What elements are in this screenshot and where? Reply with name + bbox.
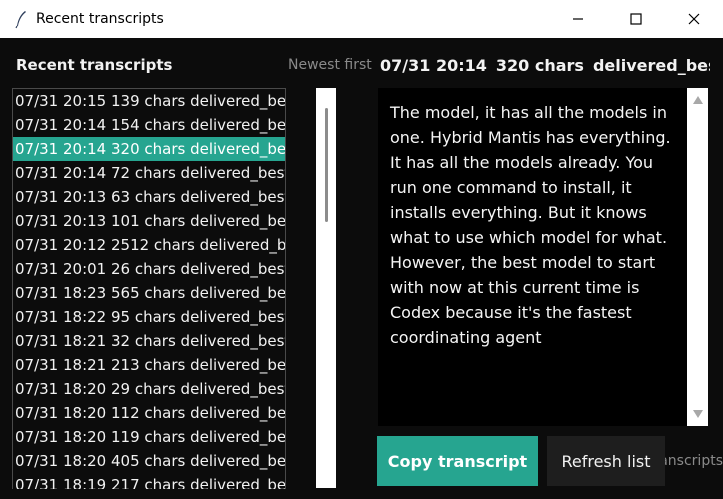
maximize-button[interactable] <box>607 0 665 38</box>
list-item[interactable]: 07/31 18:21 32 chars delivered_best_code… <box>13 329 285 353</box>
scroll-down-icon[interactable] <box>693 410 703 418</box>
list-item[interactable]: 07/31 20:14 154 chars delivered_best_cod… <box>13 113 285 137</box>
window-title: Recent transcripts <box>36 11 164 27</box>
list-item[interactable]: 07/31 18:20 112 chars delivered_best_cod… <box>13 401 285 425</box>
minimize-icon <box>573 18 583 20</box>
transcript-list[interactable]: 07/31 20:15 139 chars delivered_best_cod… <box>12 88 286 489</box>
title-bar: Recent transcripts <box>0 0 723 38</box>
close-icon <box>688 13 700 25</box>
transcript-text-area[interactable]: The model, it has all the models in one.… <box>378 88 708 426</box>
list-item[interactable]: 07/31 20:14 320 chars delivered_best_cod… <box>13 137 285 161</box>
transcript-header: 07/31 20:14 320 chars delivered_best_c <box>380 56 710 75</box>
transcript-status: delivered_best_c <box>592 56 710 75</box>
copy-transcript-button[interactable]: Copy transcript <box>377 436 538 486</box>
status-text: transcripts <box>665 453 723 469</box>
list-item[interactable]: 07/31 20:13 101 chars delivered_best_cod… <box>13 209 285 233</box>
list-title: Recent transcripts <box>16 56 173 74</box>
refresh-list-button[interactable]: Refresh list <box>547 436 665 486</box>
list-item[interactable]: 07/31 18:20 405 chars delivered_best_cod… <box>13 449 285 473</box>
maximize-icon <box>630 13 642 25</box>
transcript-text: The model, it has all the models in one.… <box>390 103 671 347</box>
list-item[interactable]: 07/31 18:22 95 chars delivered_best_code… <box>13 305 285 329</box>
sort-order-label: Newest first <box>288 57 372 73</box>
transcript-scrollbar[interactable] <box>687 88 708 426</box>
list-item[interactable]: 07/31 20:13 63 chars delivered_best_code… <box>13 185 285 209</box>
list-item[interactable]: 07/31 18:20 29 chars delivered_best_code… <box>13 377 285 401</box>
feather-icon <box>15 11 26 29</box>
list-item[interactable]: 07/31 18:23 565 chars delivered_best_cod… <box>13 281 285 305</box>
list-item[interactable]: 07/31 20:01 26 chars delivered_best_code… <box>13 257 285 281</box>
transcript-char-count: 320 chars <box>495 56 584 75</box>
list-scrollbar-thumb[interactable] <box>325 108 328 222</box>
list-scrollbar[interactable] <box>316 88 336 488</box>
scroll-up-icon[interactable] <box>693 96 703 104</box>
list-item[interactable]: 07/31 18:19 217 chars delivered_best_cod… <box>13 473 285 489</box>
list-item[interactable]: 07/31 20:12 2512 chars delivered_best_co… <box>13 233 285 257</box>
list-item[interactable]: 07/31 18:20 119 chars delivered_best_cod… <box>13 425 285 449</box>
close-button[interactable] <box>665 0 723 38</box>
list-item[interactable]: 07/31 20:15 139 chars delivered_best_cod… <box>13 89 285 113</box>
transcript-timestamp: 07/31 20:14 <box>380 56 487 75</box>
list-item[interactable]: 07/31 20:14 72 chars delivered_best_code… <box>13 161 285 185</box>
minimize-button[interactable] <box>549 0 607 38</box>
list-item[interactable]: 07/31 18:21 213 chars delivered_best_cod… <box>13 353 285 377</box>
